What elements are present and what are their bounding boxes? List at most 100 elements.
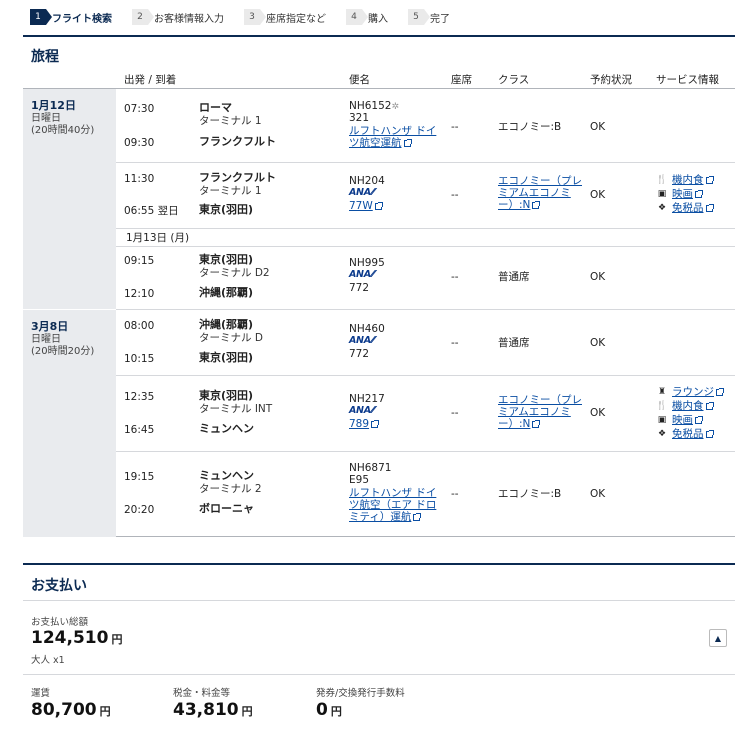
ana-logo: ANA⁄⁄ — [349, 405, 375, 416]
day-cell-return: 3月8日 日曜日 (20時間20分) — [23, 310, 116, 537]
day-cell-outbound: 1月12日 日曜日 (20時間40分) — [23, 89, 116, 309]
ana-logo: ANA⁄⁄ — [349, 335, 375, 346]
external-link-icon — [532, 201, 541, 209]
service-lounge-label[interactable]: ラウンジ — [672, 386, 714, 398]
service-dutyfree-label[interactable]: 免税品 — [672, 428, 704, 440]
service-dutyfree[interactable]: ❖ 免税品 — [656, 201, 714, 215]
status: OK — [590, 271, 606, 283]
class: エコノミー:B — [498, 488, 562, 500]
header-class: クラス — [498, 74, 530, 86]
service-meal-label[interactable]: 機内食 — [672, 400, 704, 412]
status: OK — [590, 407, 606, 419]
flight-number-text: NH6152 — [349, 100, 392, 112]
service-dutyfree[interactable]: ❖ 免税品 — [656, 427, 723, 441]
itinerary-title: 旅程 — [31, 49, 59, 65]
total-label: お支払い総額 — [31, 617, 89, 628]
aircraft-text[interactable]: 789 — [349, 418, 369, 430]
dep-time: 08:00 — [124, 320, 155, 332]
aircraft-link[interactable]: 77W — [349, 200, 383, 212]
collapse-button[interactable]: ▲ — [709, 629, 727, 647]
header-dep-arr: 出発 / 到着 — [124, 74, 177, 86]
flight-number: NH995 — [349, 257, 385, 269]
arr-city: 東京(羽田) — [199, 203, 254, 216]
service-meal[interactable]: 🍴 機内食 — [656, 399, 723, 413]
aircraft: 772 — [349, 348, 370, 360]
yen-unit: 円 — [330, 705, 342, 718]
service-dutyfree-label[interactable]: 免税品 — [672, 202, 704, 214]
film-icon: ▣ — [657, 189, 667, 199]
seat: -- — [451, 337, 459, 349]
aircraft: 321 — [349, 112, 370, 124]
service-movie-label[interactable]: 映画 — [672, 188, 693, 200]
aircraft-text[interactable]: 77W — [349, 200, 373, 212]
aircraft: 772 — [349, 282, 370, 294]
service-movie[interactable]: ▣ 映画 — [656, 413, 723, 427]
arr-time: 12:10 — [124, 288, 155, 300]
header-flight: 便名 — [349, 74, 370, 86]
day-duration: (20時間20分) — [31, 346, 95, 357]
step-flight-search: 1 フライト検索 — [30, 9, 112, 25]
step-number: 4 — [346, 9, 368, 25]
operator-text[interactable]: ルフトハンザ ドイツ航空運航 — [349, 125, 436, 149]
external-link-icon — [705, 175, 714, 184]
day-weekday: 日曜日 — [31, 113, 61, 124]
service-lounge[interactable]: ♜ ラウンジ — [656, 385, 724, 399]
section-divider — [23, 35, 735, 37]
progress-steps: 1 フライト検索 2 お客様情報入力 3 座席指定など 4 購入 5 完了 — [30, 8, 470, 26]
lounge-icon: ♜ — [657, 387, 667, 397]
service-list: 🍴 機内食 ▣ 映画 ❖ 免税品 — [656, 173, 714, 215]
fare-amount: 80,700 円 — [31, 700, 111, 720]
external-link-icon — [374, 202, 383, 210]
dep-city: 東京(羽田) — [199, 389, 254, 402]
seat: -- — [451, 271, 459, 283]
operator-link[interactable]: ルフトハンザ ドイツ航空（エア ドロミティ）運航 — [349, 487, 441, 523]
arr-city: ボローニャ — [199, 502, 254, 515]
ana-logo-text: ANA — [349, 187, 371, 198]
date-separator-text: 1月13日 (月) — [126, 232, 190, 244]
payment-divider — [23, 674, 735, 675]
chevron-up-icon: ▲ — [714, 633, 722, 643]
yen-unit: 円 — [241, 705, 253, 718]
external-link-icon — [532, 420, 541, 428]
service-movie[interactable]: ▣ 映画 — [656, 187, 713, 201]
dutyfree-icon: ❖ — [657, 203, 667, 213]
step-number: 3 — [244, 9, 266, 25]
dep-time: 09:15 — [124, 255, 155, 267]
header-seat: 座席 — [451, 74, 472, 86]
aircraft-link[interactable]: 789 — [349, 418, 380, 430]
service-list: ♜ ラウンジ 🍴 機内食 ▣ 映画 ❖ 免税品 — [656, 385, 724, 441]
dep-terminal: ターミナル INT — [199, 403, 273, 415]
external-link-icon — [705, 401, 714, 410]
fee-amount: 0円 — [316, 700, 342, 720]
step-number: 2 — [132, 9, 154, 25]
class-link[interactable]: エコノミー（プレミアムエコノミー）:N — [498, 394, 586, 430]
status: OK — [590, 337, 606, 349]
arr-time: 20:20 — [124, 504, 155, 516]
dep-terminal: ターミナル 2 — [199, 483, 262, 495]
class-link[interactable]: エコノミー（プレミアムエコノミー）:N — [498, 175, 586, 211]
dutyfree-icon: ❖ — [657, 429, 667, 439]
tax-label: 税金・料金等 — [173, 688, 231, 699]
step-label: お客様情報入力 — [154, 13, 224, 25]
external-link-icon — [705, 429, 714, 438]
total-value: 124,510 — [31, 628, 109, 648]
meal-icon: 🍴 — [656, 175, 668, 185]
dep-city: ローマ — [199, 101, 232, 114]
external-link-icon — [695, 415, 703, 424]
service-movie-label[interactable]: 映画 — [672, 414, 693, 426]
service-meal-label[interactable]: 機内食 — [672, 174, 704, 186]
flight-number: NH460 — [349, 323, 385, 335]
arr-city: 東京(羽田) — [199, 351, 254, 364]
status: OK — [590, 488, 606, 500]
tax-amount: 43,810 円 — [173, 700, 253, 720]
arr-time: 06:55 翌日 — [124, 205, 179, 217]
service-meal[interactable]: 🍴 機内食 — [656, 173, 714, 187]
day-duration: (20時間40分) — [31, 125, 95, 136]
operator-text[interactable]: ルフトハンザ ドイツ航空（エア ドロミティ）運航 — [349, 487, 436, 523]
table-row: 19:15 ミュンヘン ターミナル 2 20:20 ボローニャ NH6871 E… — [116, 452, 735, 537]
seat: -- — [451, 407, 459, 419]
table-row: 08:00 沖縄(那覇) ターミナル D 10:15 東京(羽田) NH460 … — [116, 310, 735, 376]
dep-terminal: ターミナル 1 — [199, 185, 262, 197]
dep-time: 07:30 — [124, 103, 155, 115]
operator-link[interactable]: ルフトハンザ ドイツ航空運航 — [349, 125, 441, 149]
